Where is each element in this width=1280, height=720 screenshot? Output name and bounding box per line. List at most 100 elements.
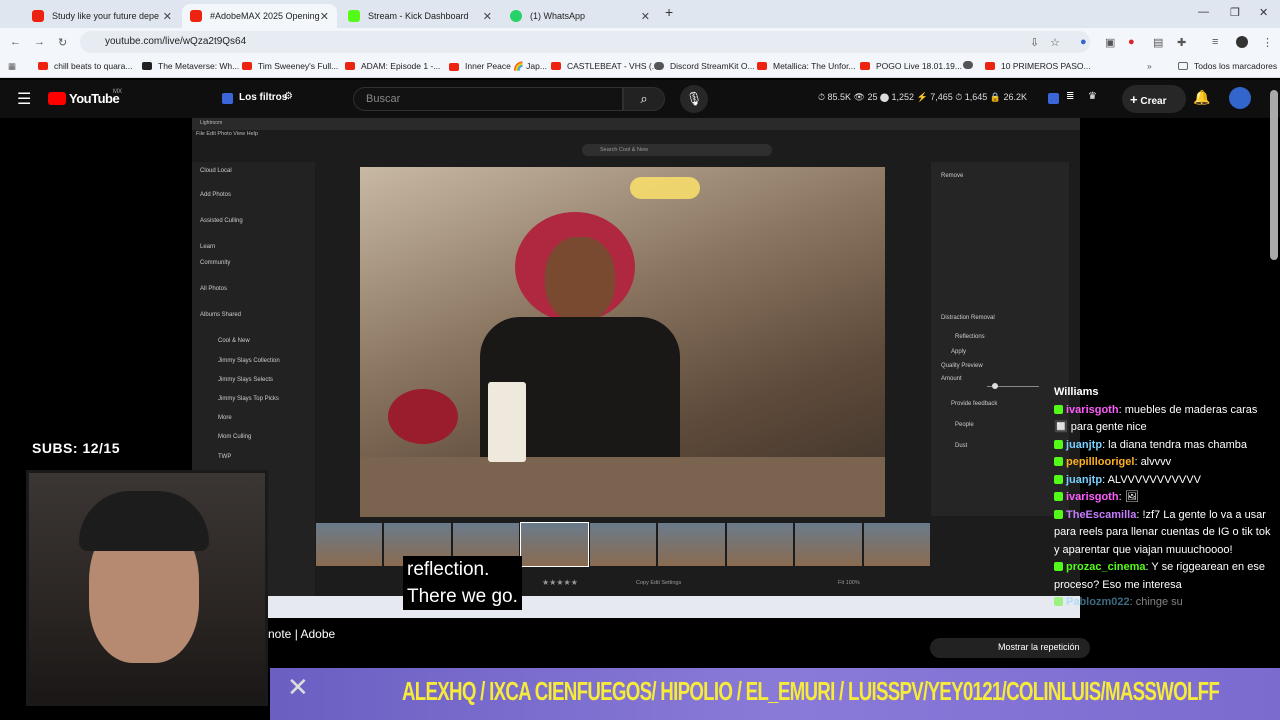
lr-panel-label: Quality Preview — [941, 363, 983, 369]
table — [360, 457, 885, 517]
extension-icon[interactable]: ● — [1080, 36, 1087, 48]
extension-icon[interactable] — [1048, 93, 1059, 104]
chat-message: juanjtp: la diana tendra mas chamba — [1054, 437, 1274, 455]
show-replay-button[interactable]: Mostrar la repetición — [930, 638, 1090, 658]
extension-icon[interactable]: ▤ — [1153, 36, 1163, 49]
lr-panel-label: Provide feedback — [951, 401, 998, 407]
badge-icon — [1054, 509, 1063, 519]
chat-user: juanjtp — [1066, 473, 1103, 486]
tab-kick[interactable]: Stream - Kick Dashboard ✕ — [340, 4, 500, 28]
stream-stats: ⏱ 85.5K 👁 25 ⬤ 1,252 ⚡ 7,465 ⏱ 1,645 🔒 2… — [818, 92, 1027, 102]
bookmark-label: Metallica: The Unfor... — [773, 61, 856, 71]
lr-item: Community — [200, 260, 231, 266]
restore-icon[interactable]: ❐ — [1230, 6, 1240, 19]
bookmark-label: Inner Peace 🌈 Jap... — [465, 61, 547, 71]
back-icon[interactable]: ← — [10, 36, 21, 48]
close-icon[interactable]: ✕ — [641, 10, 650, 23]
forward-icon[interactable]: → — [34, 36, 45, 48]
tab-study[interactable]: Study like your future depe ✕ — [24, 4, 180, 28]
hamburger-icon[interactable]: ☰ — [17, 89, 31, 109]
close-window-icon[interactable]: ✕ — [1259, 6, 1268, 19]
bookmark[interactable]: Tim Sweeney's Full... — [242, 61, 338, 71]
create-button[interactable]: + Crear — [1122, 85, 1186, 113]
lr-panel-label: Amount — [941, 376, 962, 382]
youtube-icon — [449, 62, 459, 71]
close-icon[interactable]: ✕ — [483, 10, 492, 23]
bookmark-star-icon[interactable]: ☆ — [1050, 36, 1060, 49]
list-icon[interactable]: ≣ — [1066, 91, 1074, 102]
bookmark[interactable]: Discord StreamKit O... — [654, 61, 755, 71]
trophy-icon[interactable]: ♛ — [1088, 91, 1097, 102]
scrollbar[interactable] — [1270, 90, 1278, 260]
bookmark[interactable] — [963, 61, 987, 69]
install-icon[interactable]: ⇩ — [1030, 36, 1039, 49]
webcam-overlay — [26, 470, 268, 706]
badge-icon — [1054, 562, 1063, 571]
fit-zoom: Fit 100% — [838, 580, 860, 586]
lr-panel-label: People — [955, 422, 974, 428]
notifications-bell-icon[interactable]: 🔔 — [1193, 89, 1210, 106]
tab-label: #AdobeMAX 2025 Opening — [210, 11, 320, 21]
tab-label: (1) WhatsApp — [530, 11, 586, 21]
closed-caption: reflection. There we go. — [403, 556, 522, 610]
copy-edit-settings: Copy Edit Settings — [636, 580, 682, 586]
filters-button[interactable]: Los filtros — [239, 92, 287, 103]
badge-icon — [1054, 597, 1063, 606]
avatar[interactable] — [1236, 36, 1248, 48]
streamer-cap — [79, 491, 209, 551]
puzzle-icon[interactable]: ✚ — [1177, 36, 1186, 49]
tab-whatsapp[interactable]: (1) WhatsApp ✕ — [502, 4, 658, 28]
chat-user: ivarisgoth — [1066, 403, 1119, 416]
chat-user: TheEscamilla — [1066, 508, 1137, 521]
tab-adobemax[interactable]: #AdobeMAX 2025 Opening ✕ — [182, 4, 337, 28]
chat-user: ivarisgoth — [1066, 491, 1119, 503]
bookmark[interactable]: Metallica: The Unfor... — [757, 61, 856, 71]
bookmark[interactable]: chill beats to quara... — [38, 61, 132, 71]
bookmark[interactable]: POGO Live 18.01.19... — [860, 61, 962, 71]
bookmarks-bar: ▦ chill beats to quara... The Metaverse:… — [0, 56, 1280, 78]
chat-text: : la diana tendra mas chamba — [1102, 438, 1247, 451]
search-button[interactable]: ⌕ — [623, 87, 665, 111]
microphone-icon[interactable]: 🎙 — [680, 85, 708, 113]
extension-icon[interactable]: ● — [1128, 36, 1135, 48]
lightroom-right-panel: Remove Distraction Removal Reflections A… — [931, 162, 1069, 516]
thumbnail — [863, 523, 930, 566]
tab-label: Stream - Kick Dashboard — [368, 11, 469, 21]
search-input[interactable]: Buscar — [353, 87, 623, 111]
chat-message: ivarisgoth: muebles de maderas caras 🔲 p… — [1054, 402, 1274, 437]
apps-icon[interactable]: ▦ — [8, 61, 16, 72]
chevron-right-icon[interactable]: » — [1147, 61, 1152, 71]
chat-text: : alvvvv — [1134, 456, 1172, 468]
reload-icon[interactable]: ↻ — [58, 36, 67, 49]
bookmark[interactable]: 10 PRIMEROS PASO... — [985, 61, 1091, 71]
filter-extension-icon[interactable] — [222, 93, 233, 104]
url-input[interactable]: youtube.com/live/wQza2t9Qs64 — [80, 31, 1090, 53]
lr-panel-label: Dust — [955, 443, 968, 449]
close-icon[interactable]: ✕ — [320, 10, 329, 23]
lr-item: Jimmy Slays Selects — [218, 377, 274, 383]
avatar[interactable] — [1229, 87, 1251, 109]
chat-user: Williams — [1054, 386, 1099, 398]
lr-item: Cool & New — [218, 338, 250, 344]
close-icon[interactable]: ✕ — [163, 10, 172, 23]
bookmark-label: CASTLEBEAT - VHS (... — [567, 61, 659, 71]
all-bookmarks[interactable]: Todos los marcadores — [1178, 61, 1277, 71]
video-player[interactable]: Lightroom File Edit Photo View Help Sear… — [192, 118, 1080, 618]
filters-settings-icon[interactable]: ⚙ — [284, 91, 293, 102]
minimize-icon[interactable]: — — [1198, 6, 1209, 18]
bookmark[interactable]: ADAM: Episode 1 -... — [345, 61, 440, 71]
bookmark-label: chill beats to quara... — [54, 61, 133, 71]
bookmark[interactable]: The Metaverse: Wh... — [142, 61, 239, 71]
extension-icon[interactable]: ▣ — [1105, 36, 1115, 49]
rating-stars: ★★★★★ — [542, 578, 578, 587]
menu-icon[interactable]: ≡ — [1212, 36, 1218, 48]
youtube-favicon-icon — [190, 10, 202, 22]
bookmark-label: POGO Live 18.01.19... — [876, 61, 962, 71]
lr-item: Jimmy Slays Collection — [218, 358, 280, 364]
bookmark[interactable]: Inner Peace 🌈 Jap... — [449, 61, 547, 72]
bookmark[interactable]: CASTLEBEAT - VHS (... — [551, 61, 659, 71]
new-tab-icon[interactable]: + — [665, 4, 673, 20]
more-icon[interactable]: ⋮ — [1262, 36, 1273, 49]
youtube-logo-icon[interactable] — [48, 92, 66, 105]
bookmark-label: Discord StreamKit O... — [670, 61, 755, 71]
